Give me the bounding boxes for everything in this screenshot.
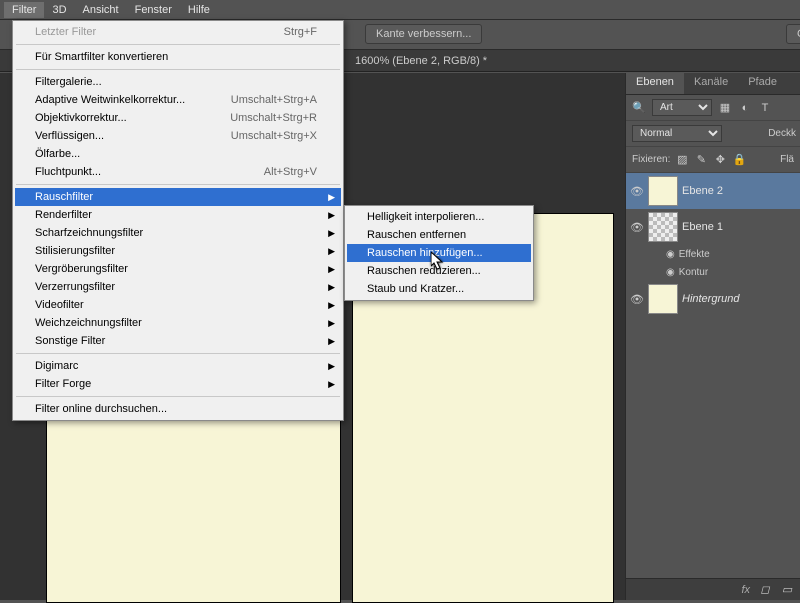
layer-effects-header[interactable]: ◉ Effekte [626, 245, 800, 263]
menu-stilisierungsfilter[interactable]: Stilisierungsfilter▶ [15, 242, 341, 260]
menu-adaptive-weitwinkel[interactable]: Adaptive Weitwinkelkorrektur...Umschalt+… [15, 91, 341, 109]
menubar-fenster[interactable]: Fenster [127, 2, 180, 18]
document-tab[interactable]: 1600% (Ebene 2, RGB/8) * [345, 52, 497, 70]
lock-all-icon[interactable]: 🔒 [732, 153, 746, 167]
submenu-arrow-icon: ▶ [328, 361, 335, 372]
submenu-arrow-icon: ▶ [328, 318, 335, 329]
menu-videofilter[interactable]: Videofilter▶ [15, 296, 341, 314]
layer-effect-kontur[interactable]: ◉ Kontur [626, 263, 800, 281]
menu-weichzeichnungsfilter[interactable]: Weichzeichnungsfilter▶ [15, 314, 341, 332]
menubar: Filter 3D Ansicht Fenster Hilfe [0, 0, 800, 20]
menu-separator [16, 353, 340, 354]
fill-label: Flä [780, 154, 794, 165]
menu-sonstige-filter[interactable]: Sonstige Filter▶ [15, 332, 341, 350]
menu-rauschfilter[interactable]: Rauschfilter▶ [15, 188, 341, 206]
adjustment-filter-icon[interactable]: ◐ [738, 101, 752, 115]
lock-position-icon[interactable]: ✥ [713, 153, 727, 167]
blend-opacity-row: Normal Deckk [626, 121, 800, 147]
tab-ebenen[interactable]: Ebenen [626, 73, 684, 94]
opacity-label: Deckk [768, 128, 796, 139]
menu-smartfilter[interactable]: Für Smartfilter konvertieren [15, 48, 341, 66]
submenu-rauschen-entfernen[interactable]: Rauschen entfernen [347, 226, 531, 244]
menubar-3d[interactable]: 3D [44, 2, 74, 18]
layer-mask-icon[interactable]: ◻ [758, 583, 772, 597]
submenu-rauschen-reduzieren[interactable]: Rauschen reduzieren... [347, 262, 531, 280]
tab-pfade[interactable]: Pfade [738, 73, 787, 94]
submenu-arrow-icon: ▶ [328, 264, 335, 275]
submenu-helligkeit-interpolieren[interactable]: Helligkeit interpolieren... [347, 208, 531, 226]
submenu-arrow-icon: ▶ [328, 228, 335, 239]
menu-vergroeberungsfilter[interactable]: Vergröberungsfilter▶ [15, 260, 341, 278]
panel-tabs: Ebenen Kanäle Pfade [626, 73, 800, 95]
submenu-arrow-icon: ▶ [328, 336, 335, 347]
menu-renderfilter[interactable]: Renderfilter▶ [15, 206, 341, 224]
submenu-rauschen-hinzufuegen[interactable]: Rauschen hinzufügen... [347, 244, 531, 262]
submenu-arrow-icon: ▶ [328, 246, 335, 257]
layer-row-ebene-1[interactable]: 👁 Ebene 1 [626, 209, 800, 245]
lock-pixels-icon[interactable]: ✎ [694, 153, 708, 167]
visibility-icon[interactable]: 👁 [630, 292, 644, 306]
submenu-arrow-icon: ▶ [328, 282, 335, 293]
menubar-hilfe[interactable]: Hilfe [180, 2, 218, 18]
search-icon: 🔍 [632, 101, 646, 115]
menu-filter-forge[interactable]: Filter Forge▶ [15, 375, 341, 393]
layer-thumbnail[interactable] [648, 284, 678, 314]
rauschfilter-submenu: Helligkeit interpolieren... Rauschen ent… [344, 205, 534, 301]
layer-thumbnail[interactable] [648, 176, 678, 206]
menu-objektivkorrektur[interactable]: Objektivkorrektur...Umschalt+Strg+R [15, 109, 341, 127]
layer-row-hintergrund[interactable]: 👁 Hintergrund [626, 281, 800, 317]
fx-icon[interactable]: fx [741, 584, 750, 596]
layer-filter-select[interactable]: Art [652, 99, 712, 116]
menu-filter-online[interactable]: Filter online durchsuchen... [15, 400, 341, 418]
menu-separator [16, 184, 340, 185]
effects-toggle-icon[interactable]: ◉ [666, 249, 675, 260]
menu-verzerrungsfilter[interactable]: Verzerrungsfilter▶ [15, 278, 341, 296]
menu-separator [16, 69, 340, 70]
layer-name[interactable]: Ebene 2 [682, 185, 723, 197]
effect-visibility-icon[interactable]: ◉ [666, 267, 675, 278]
layers-panel-footer: fx ◻ ▭ [626, 578, 800, 600]
layers-list: 👁 Ebene 2 👁 Ebene 1 ◉ Effekte ◉ Kontur 👁… [626, 173, 800, 578]
tab-kanale[interactable]: Kanäle [684, 73, 738, 94]
effects-label: Effekte [679, 249, 710, 260]
lock-label: Fixieren: [632, 154, 670, 165]
layer-thumbnail[interactable] [648, 212, 678, 242]
submenu-staub-und-kratzer[interactable]: Staub und Kratzer... [347, 280, 531, 298]
layer-row-ebene-2[interactable]: 👁 Ebene 2 [626, 173, 800, 209]
menu-scharfzeichnungsfilter[interactable]: Scharfzeichnungsfilter▶ [15, 224, 341, 242]
menu-fluchtpunkt[interactable]: Fluchtpunkt...Alt+Strg+V [15, 163, 341, 181]
menubar-ansicht[interactable]: Ansicht [75, 2, 127, 18]
menu-filtergalerie[interactable]: Filtergalerie... [15, 73, 341, 91]
gruppe-button[interactable]: Gru [786, 24, 800, 44]
layers-panel: Ebenen Kanäle Pfade 🔍 Art ▦ ◐ T Normal D… [625, 73, 800, 600]
menu-separator [16, 396, 340, 397]
layer-name[interactable]: Ebene 1 [682, 221, 723, 233]
menu-verfluessigen[interactable]: Verflüssigen...Umschalt+Strg+X [15, 127, 341, 145]
submenu-arrow-icon: ▶ [328, 300, 335, 311]
kontur-label: Kontur [679, 267, 708, 278]
blend-mode-select[interactable]: Normal [632, 125, 722, 142]
image-filter-icon[interactable]: ▦ [718, 101, 732, 115]
visibility-icon[interactable]: 👁 [630, 184, 644, 198]
new-folder-icon[interactable]: ▭ [780, 583, 794, 597]
type-filter-icon[interactable]: T [758, 101, 772, 115]
menubar-filter[interactable]: Filter [4, 2, 44, 18]
menu-oelfarbe[interactable]: Ölfarbe... [15, 145, 341, 163]
kante-verbessern-button[interactable]: Kante verbessern... [365, 24, 482, 44]
menu-letzter-filter[interactable]: Letzter FilterStrg+F [15, 23, 341, 41]
submenu-arrow-icon: ▶ [328, 210, 335, 221]
submenu-arrow-icon: ▶ [328, 379, 335, 390]
submenu-arrow-icon: ▶ [328, 192, 335, 203]
lock-fill-row: Fixieren: ▨ ✎ ✥ 🔒 Flä [626, 147, 800, 173]
layer-filter-row: 🔍 Art ▦ ◐ T [626, 95, 800, 121]
menu-separator [16, 44, 340, 45]
filter-menu: Letzter FilterStrg+F Für Smartfilter kon… [12, 20, 344, 421]
layer-name[interactable]: Hintergrund [682, 293, 739, 305]
menu-digimarc[interactable]: Digimarc▶ [15, 357, 341, 375]
visibility-icon[interactable]: 👁 [630, 220, 644, 234]
lock-transparent-icon[interactable]: ▨ [675, 153, 689, 167]
